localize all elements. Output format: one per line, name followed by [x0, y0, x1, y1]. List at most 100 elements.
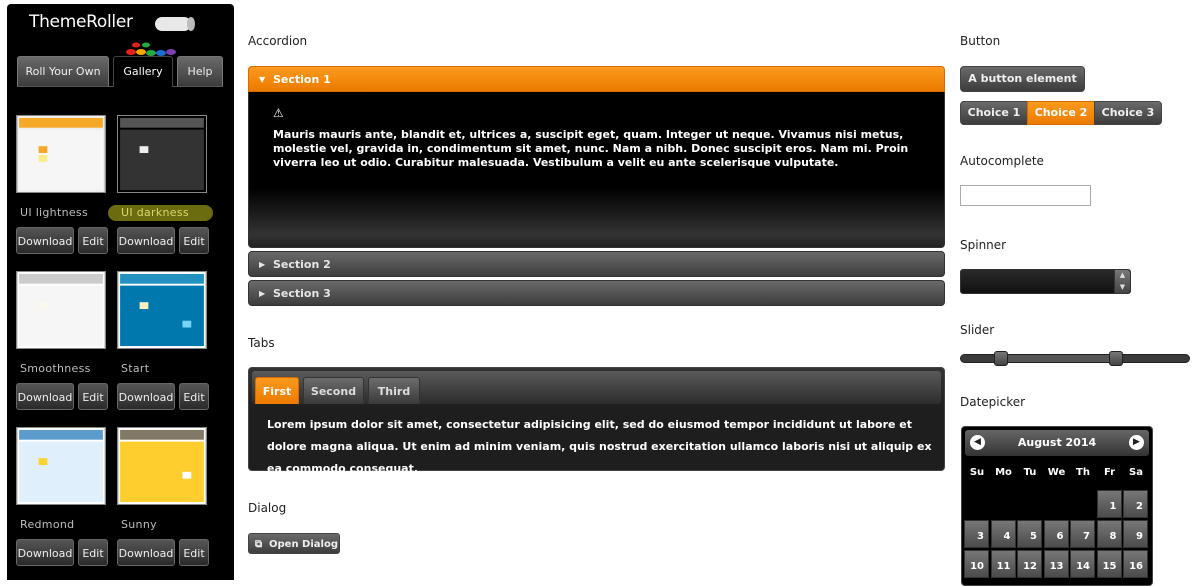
choice-3-button[interactable]: Choice 3 [1094, 101, 1162, 125]
weekday-label: Mo [995, 467, 1012, 478]
datepicker-day[interactable]: 6 [1043, 520, 1069, 548]
button-heading: Button [960, 34, 1001, 48]
theme-name: UI darkness [108, 205, 213, 221]
theme-name: Sunny [121, 518, 157, 531]
edit-button[interactable]: Edit [179, 383, 209, 410]
sidebar-tabs: Roll Your Own Gallery Help [17, 56, 223, 87]
open-dialog-button[interactable]: ⧉ Open Dialog [248, 533, 340, 554]
download-button[interactable]: Download [117, 383, 175, 410]
datepicker-header: ◀ August 2014 ▶ [965, 430, 1149, 456]
datepicker-day[interactable]: 10 [964, 550, 989, 578]
a-button-element[interactable]: A button element [960, 66, 1085, 92]
theme-preview-sunny[interactable] [117, 427, 207, 505]
edit-button[interactable]: Edit [78, 383, 108, 410]
triangle-down-icon: ▼ [259, 75, 266, 84]
weekday-label: Fr [1103, 467, 1116, 478]
theme-preview-redmond[interactable] [16, 427, 106, 505]
download-button[interactable]: Download [16, 383, 74, 410]
theme-preview-ui-darkness[interactable] [117, 115, 207, 193]
accordion-content: Mauris mauris ante, blandit et, ultrices… [273, 128, 909, 169]
weekday-label: Su [969, 467, 985, 478]
slider-track[interactable] [960, 351, 1190, 366]
datepicker: ◀ August 2014 ▶ Su Mo Tu We Th Fr Sa 12 3456789… [961, 426, 1153, 586]
datepicker-day[interactable]: 9 [1123, 520, 1148, 548]
dialog-heading: Dialog [248, 501, 287, 515]
tab-help[interactable]: Help [177, 56, 223, 86]
datepicker-day[interactable]: 15 [1096, 550, 1122, 578]
theme-name: Redmond [20, 518, 75, 531]
autocomplete-heading: Autocomplete [960, 154, 1044, 168]
tab-second[interactable]: Second [303, 377, 364, 404]
accordion-section-label: Section 2 [273, 258, 331, 271]
spinner-buttons: ▲ ▼ [1114, 270, 1130, 293]
slider-heading: Slider [960, 323, 995, 337]
datepicker-day[interactable]: 12 [1017, 550, 1042, 578]
spinner-down-arrow-icon[interactable]: ▼ [1115, 282, 1130, 293]
choice-1-button[interactable]: Choice 1 [960, 101, 1028, 125]
weekday-label: Tu [1023, 467, 1037, 478]
edit-button[interactable]: Edit [179, 539, 209, 566]
new-window-icon: ⧉ [255, 539, 263, 550]
edit-button[interactable]: Edit [78, 539, 108, 566]
tab-roll-your-own[interactable]: Roll Your Own [17, 56, 109, 86]
edit-button[interactable]: Edit [179, 227, 209, 254]
spinner-input[interactable]: ▲ ▼ [960, 269, 1131, 294]
tabs-nav: First Second Third [252, 371, 941, 404]
tab-gallery[interactable]: Gallery [113, 56, 173, 87]
tabs-widget: First Second Third Lorem ipsum dolor sit… [248, 367, 945, 475]
theme-preview-start[interactable] [117, 271, 207, 349]
open-dialog-label: Open Dialog [269, 539, 338, 550]
datepicker-month: August 2014 [1017, 436, 1097, 449]
theme-name: Smoothness [20, 362, 91, 375]
datepicker-day[interactable]: 4 [990, 520, 1016, 548]
tab-panel-content: Lorem ipsum dolor sit amet, consectetur … [267, 418, 932, 475]
datepicker-day[interactable]: 3 [964, 520, 989, 548]
tab-first[interactable]: First [255, 377, 299, 404]
slider-range [1001, 355, 1116, 362]
spinner-up-arrow-icon[interactable]: ▲ [1115, 270, 1130, 281]
slider-handle-right[interactable] [1109, 351, 1123, 366]
accordion-panel: ⚠ Mauris mauris ante, blandit et, ultric… [248, 92, 945, 248]
edit-button[interactable]: Edit [78, 227, 108, 254]
datepicker-day[interactable]: 7 [1070, 520, 1095, 548]
weekday-label: Sa [1129, 467, 1143, 478]
choice-2-button[interactable]: Choice 2 [1027, 101, 1095, 125]
warning-icon: ⚠ [273, 106, 284, 120]
datepicker-day[interactable]: 5 [1017, 520, 1042, 548]
download-button[interactable]: Download [117, 227, 175, 254]
paint-roller-icon [126, 17, 195, 56]
download-button[interactable]: Download [117, 539, 175, 566]
datepicker-day[interactable]: 8 [1096, 520, 1122, 548]
theme-preview-ui-lightness[interactable] [16, 115, 106, 193]
download-button[interactable]: Download [16, 539, 74, 566]
tabs-heading: Tabs [248, 336, 275, 350]
tab-third[interactable]: Third [368, 377, 420, 404]
autocomplete-input[interactable] [960, 185, 1091, 206]
theme-preview-smoothness[interactable] [16, 271, 106, 349]
prev-month-icon[interactable]: ◀ [970, 435, 985, 450]
datepicker-day[interactable]: 1 [1096, 490, 1122, 518]
theme-name: Start [121, 362, 150, 375]
datepicker-day[interactable]: 11 [990, 550, 1016, 578]
next-month-icon[interactable]: ▶ [1129, 435, 1144, 450]
accordion-section-label: Section 3 [273, 287, 331, 300]
datepicker-day[interactable]: 16 [1123, 550, 1148, 578]
datepicker-day[interactable]: 13 [1043, 550, 1069, 578]
themeroller-sidebar: ThemeRoller Roll Your Own Gallery Help U… [7, 4, 234, 580]
weekday-label: We [1047, 467, 1066, 478]
accordion-section-2[interactable]: ▶ Section 2 [248, 251, 945, 277]
download-button[interactable]: Download [16, 227, 74, 254]
accordion-section-label: Section 1 [273, 73, 331, 86]
triangle-right-icon: ▶ [259, 289, 266, 298]
accordion-heading: Accordion [248, 34, 308, 48]
datepicker-heading: Datepicker [960, 395, 1026, 409]
theme-name: UI lightness [20, 206, 88, 219]
slider-handle-left[interactable] [994, 351, 1008, 366]
triangle-right-icon: ▶ [259, 260, 266, 269]
accordion-section-3[interactable]: ▶ Section 3 [248, 280, 945, 306]
weekday-label: Th [1076, 467, 1090, 478]
accordion-section-1[interactable]: ▼ Section 1 [248, 66, 945, 92]
spinner-heading: Spinner [960, 238, 1007, 252]
datepicker-day[interactable]: 14 [1070, 550, 1095, 578]
datepicker-day[interactable]: 2 [1123, 490, 1148, 518]
